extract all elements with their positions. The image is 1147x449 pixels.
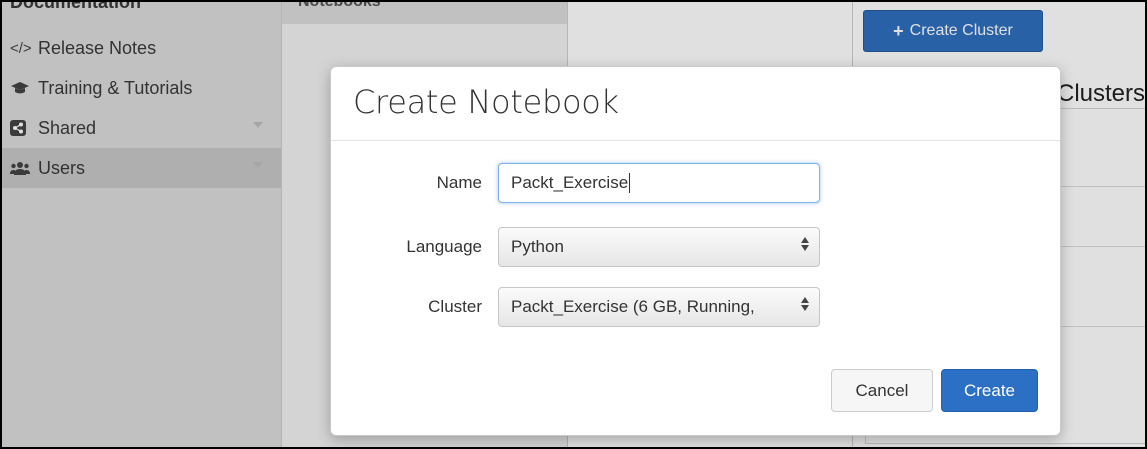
language-row: Language Python [331, 227, 1060, 267]
cancel-button[interactable]: Cancel [831, 369, 933, 412]
language-select[interactable]: Python [498, 227, 820, 267]
name-label: Name [436, 173, 482, 192]
name-input[interactable]: Packt_Exercise [498, 163, 820, 203]
name-input-value: Packt_Exercise [511, 173, 629, 192]
app-window: Documentation </> Release Notes Training… [0, 0, 1147, 449]
name-row: Name Packt_Exercise [331, 163, 1060, 203]
cluster-select[interactable]: Packt_Exercise (6 GB, Running, [498, 287, 820, 327]
create-notebook-dialog: Create Notebook Name Packt_Exercise Lang… [330, 66, 1061, 436]
dialog-title: Create Notebook [353, 83, 619, 121]
cluster-select-value: Packt_Exercise (6 GB, Running, [511, 297, 755, 316]
cluster-row: Cluster Packt_Exercise (6 GB, Running, [331, 287, 1060, 327]
select-arrows-icon [801, 237, 809, 251]
cluster-label: Cluster [428, 297, 482, 316]
language-label: Language [406, 237, 482, 256]
select-arrows-icon [801, 297, 809, 311]
create-button[interactable]: Create [941, 369, 1038, 412]
divider [331, 140, 1060, 141]
text-cursor [629, 173, 631, 193]
language-select-value: Python [511, 237, 564, 256]
